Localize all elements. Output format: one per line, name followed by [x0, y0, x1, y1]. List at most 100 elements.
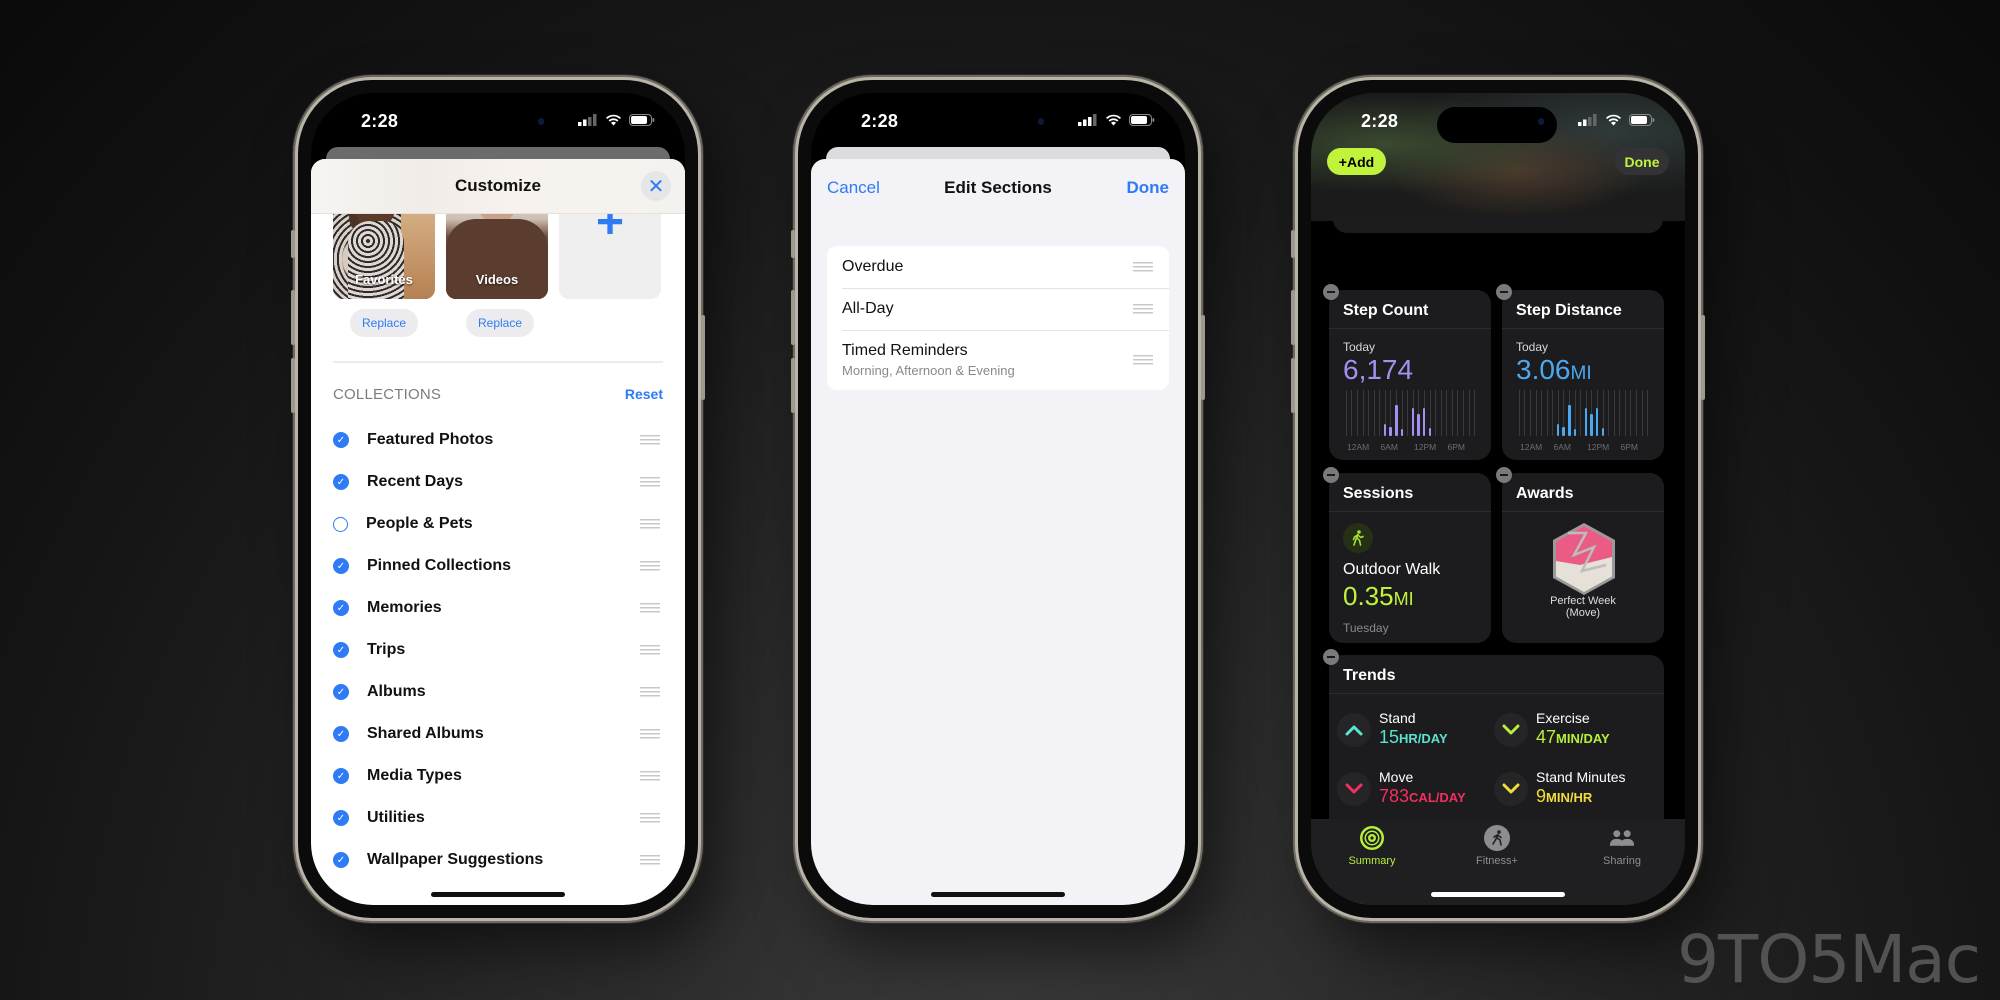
tile-videos[interactable]: Videos [446, 199, 548, 299]
add-button[interactable]: +Add [1327, 148, 1386, 175]
tab-label: Fitness+ [1476, 855, 1518, 867]
step-distance-chart: 12AM 6AM 12PM 6PM [1516, 390, 1650, 452]
workout-name: Outdoor Walk [1343, 561, 1441, 578]
period-label: Today [1343, 340, 1376, 354]
checkmark-circle-icon[interactable]: ✓ [333, 558, 349, 574]
reorder-grip-icon[interactable] [640, 477, 660, 487]
replace-videos-button[interactable]: Replace [466, 309, 534, 337]
collection-item[interactable]: People & Pets [333, 503, 663, 545]
chart-gridline [1446, 390, 1448, 436]
status-icons [1578, 114, 1655, 126]
watermark: 9TO5Mac [1677, 921, 1981, 998]
remove-widget-icon[interactable] [1323, 467, 1339, 483]
checkmark-circle-icon[interactable]: ✓ [333, 810, 349, 826]
reorder-grip-icon[interactable] [640, 603, 660, 613]
chart-gridline [1546, 390, 1548, 436]
section-label: Overdue [842, 258, 904, 275]
collections-list: ✓ Featured Photos ✓ Recent Days People & Pet… [333, 419, 663, 881]
collection-item[interactable]: ✓ Recent Days [333, 461, 663, 503]
reorder-grip-icon[interactable] [640, 729, 660, 739]
reorder-grip-icon[interactable] [640, 771, 660, 781]
collection-item[interactable]: ✓ Memories [333, 587, 663, 629]
step-count-chart: 12AM 6AM 12PM 6PM [1343, 390, 1477, 452]
replace-favorites-button[interactable]: Replace [350, 309, 418, 337]
collection-item[interactable]: ✓ Wallpaper Suggestions [333, 839, 663, 881]
remove-widget-icon[interactable] [1323, 284, 1339, 300]
collection-item[interactable]: ✓ Trips [333, 629, 663, 671]
checkmark-circle-icon[interactable]: ✓ [333, 432, 349, 448]
volume-down-button [1291, 358, 1295, 413]
checkmark-circle-icon[interactable]: ✓ [333, 684, 349, 700]
collection-label: Memories [367, 599, 442, 616]
empty-circle-icon[interactable] [333, 516, 348, 532]
add-tile-button[interactable]: + [559, 199, 661, 299]
chart-bar [1417, 413, 1420, 436]
done-button[interactable]: Done [1127, 178, 1170, 198]
checkmark-circle-icon[interactable]: ✓ [333, 768, 349, 784]
tab-label: Summary [1348, 855, 1396, 867]
workout-distance: 0.35MI [1343, 581, 1414, 612]
phone-photos-customize: 2:28 Customize ✕ Favorites Videos + Repl… [291, 80, 705, 918]
section-row-overdue[interactable]: Overdue [827, 246, 1169, 288]
tab-sharing[interactable]: Sharing [1577, 825, 1667, 867]
status-time: 2:28 [1361, 111, 1399, 131]
remove-widget-icon[interactable] [1323, 649, 1339, 665]
reorder-grip-icon[interactable] [1133, 262, 1153, 272]
remove-widget-icon[interactable] [1496, 467, 1512, 483]
tab-fitness-plus[interactable]: Fitness+ [1452, 825, 1542, 867]
checkmark-circle-icon[interactable]: ✓ [333, 726, 349, 742]
collection-item[interactable]: ✓ Shared Albums [333, 713, 663, 755]
collection-item[interactable]: ✓ Featured Photos [333, 419, 663, 461]
checkmark-circle-icon[interactable]: ✓ [333, 600, 349, 616]
collections-title: COLLECTIONS [333, 386, 442, 403]
section-row-all-day[interactable]: All-Day [827, 288, 1169, 330]
section-row-timed-reminders[interactable]: Timed Reminders Morning, Afternoon & Eve… [827, 330, 1169, 390]
collections-header: COLLECTIONS Reset [333, 386, 663, 403]
widget-step-distance[interactable]: Step Distance Today 3.06MI 12AM 6AM 12PM 6P… [1496, 284, 1664, 460]
reorder-grip-icon[interactable] [1133, 304, 1153, 314]
value: 9 [1536, 786, 1547, 806]
remove-widget-icon[interactable] [1496, 284, 1512, 300]
reorder-grip-icon[interactable] [1133, 355, 1153, 365]
reorder-grip-icon[interactable] [640, 519, 660, 529]
action-button [1291, 230, 1295, 258]
chart-gridline [1435, 390, 1437, 436]
reorder-grip-icon[interactable] [640, 687, 660, 697]
checkmark-circle-icon[interactable]: ✓ [333, 474, 349, 490]
widget-step-count[interactable]: Step Count Today 6,174 12AM 6AM 12PM 6PM [1323, 284, 1491, 460]
edit-sections-sheet: Cancel Edit Sections Done Overdue All-Da… [811, 159, 1185, 905]
pinned-tiles: Favorites Videos + [333, 199, 661, 299]
collection-item[interactable]: ✓ Pinned Collections [333, 545, 663, 587]
collection-item[interactable]: ✓ Utilities [333, 797, 663, 839]
reorder-grip-icon[interactable] [640, 561, 660, 571]
chart-gridline [1451, 390, 1453, 436]
checkmark-circle-icon[interactable]: ✓ [333, 642, 349, 658]
widget-awards[interactable]: Awards Perfect Week (Move) [1496, 467, 1664, 643]
reset-button[interactable]: Reset [625, 386, 663, 403]
reorder-grip-icon[interactable] [640, 645, 660, 655]
done-button[interactable]: Done [1615, 148, 1669, 175]
reorder-grip-icon[interactable] [640, 435, 660, 445]
reorder-grip-icon[interactable] [640, 855, 660, 865]
close-button[interactable]: ✕ [641, 171, 671, 201]
value: 3.06 [1516, 354, 1571, 385]
tab-summary[interactable]: Summary [1327, 825, 1417, 867]
reorder-grip-icon[interactable] [640, 813, 660, 823]
tile-favorites[interactable]: Favorites [333, 199, 435, 299]
collection-label: Albums [367, 683, 426, 700]
chart-bar [1601, 428, 1605, 436]
collection-item[interactable]: ✓ Media Types [333, 755, 663, 797]
home-indicator [1431, 892, 1565, 897]
chart-gridline [1613, 390, 1615, 436]
wifi-icon [1106, 114, 1121, 126]
volume-up-button [791, 290, 795, 345]
checkmark-circle-icon[interactable]: ✓ [333, 852, 349, 868]
activity-rings-icon [1359, 825, 1385, 851]
widget-title: Trends [1343, 667, 1396, 684]
step-count-value: 6,174 [1343, 354, 1413, 386]
chart-bar [1584, 408, 1588, 436]
collection-item[interactable]: ✓ Albums [333, 671, 663, 713]
trend-down-chevron-icon [1494, 772, 1528, 806]
divider [1502, 511, 1664, 512]
widget-sessions[interactable]: Sessions Outdoor Walk 0.35MI Tuesday [1323, 467, 1491, 643]
